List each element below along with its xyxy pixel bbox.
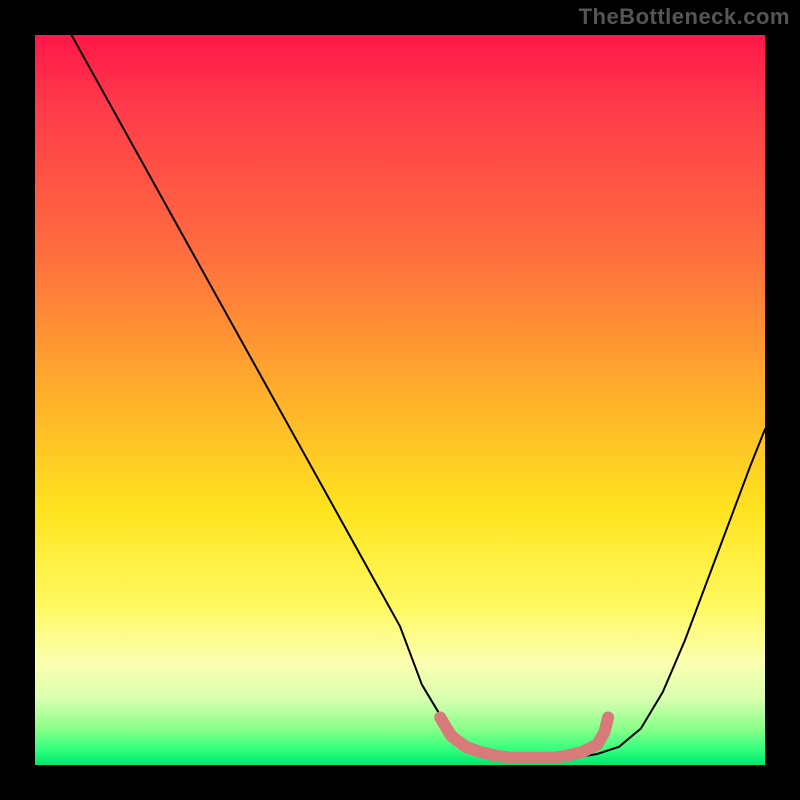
curve-layer [35, 35, 765, 765]
bottleneck-curve [72, 35, 766, 758]
plot-area [35, 35, 765, 765]
watermark-text: TheBottleneck.com [579, 4, 790, 30]
chart-frame: TheBottleneck.com [0, 0, 800, 800]
optimal-band-marker [440, 718, 608, 758]
